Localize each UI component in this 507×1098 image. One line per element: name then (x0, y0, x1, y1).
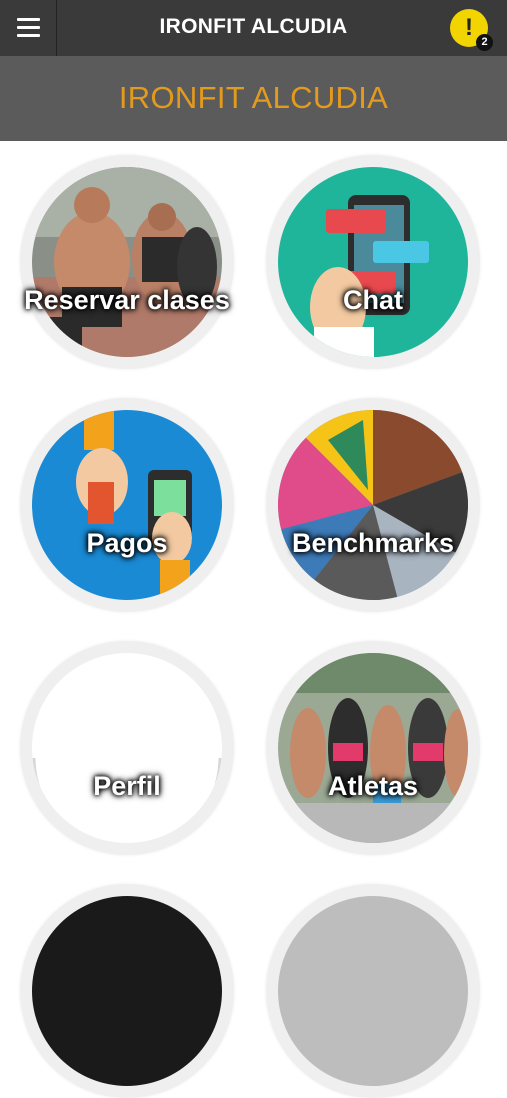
tile-label: Perfil (93, 771, 161, 801)
tile-partial-right[interactable] (266, 884, 480, 1098)
tile-pagos[interactable]: Pagos (20, 398, 234, 612)
tile-benchmarks[interactable]: Benchmarks (266, 398, 480, 612)
partial-tile-image (32, 896, 222, 1086)
benchmarks-image (278, 410, 468, 600)
tile-label: Pagos (86, 528, 168, 558)
tile-partial-left[interactable] (20, 884, 234, 1098)
top-bar: IRONFIT ALCUDIA ! 2 (0, 0, 507, 56)
perfil-image (32, 653, 222, 843)
partial-tile-image (278, 896, 468, 1086)
notification-count-badge: 2 (476, 34, 493, 51)
tile-reservar-clases[interactable]: Reservar clases (20, 155, 234, 369)
pagos-image (32, 410, 222, 600)
tile-label: Atletas (327, 771, 419, 801)
tile-label: Benchmarks (291, 528, 455, 558)
banner-title: IRONFIT ALCUDIA (118, 80, 389, 115)
chat-image (278, 167, 468, 357)
app-title: IRONFIT ALCUDIA (159, 15, 348, 38)
tile-label: Reservar clases (24, 285, 230, 315)
gym-banner: IRONFIT ALCUDIA (0, 56, 507, 141)
tile-label: Chat (343, 285, 403, 315)
atletas-image (278, 653, 468, 843)
tile-chat[interactable]: Chat (266, 155, 480, 369)
tile-atletas[interactable]: Atletas (266, 641, 480, 855)
reservar-clases-image (32, 167, 222, 357)
tile-perfil[interactable]: Perfil (20, 641, 234, 855)
